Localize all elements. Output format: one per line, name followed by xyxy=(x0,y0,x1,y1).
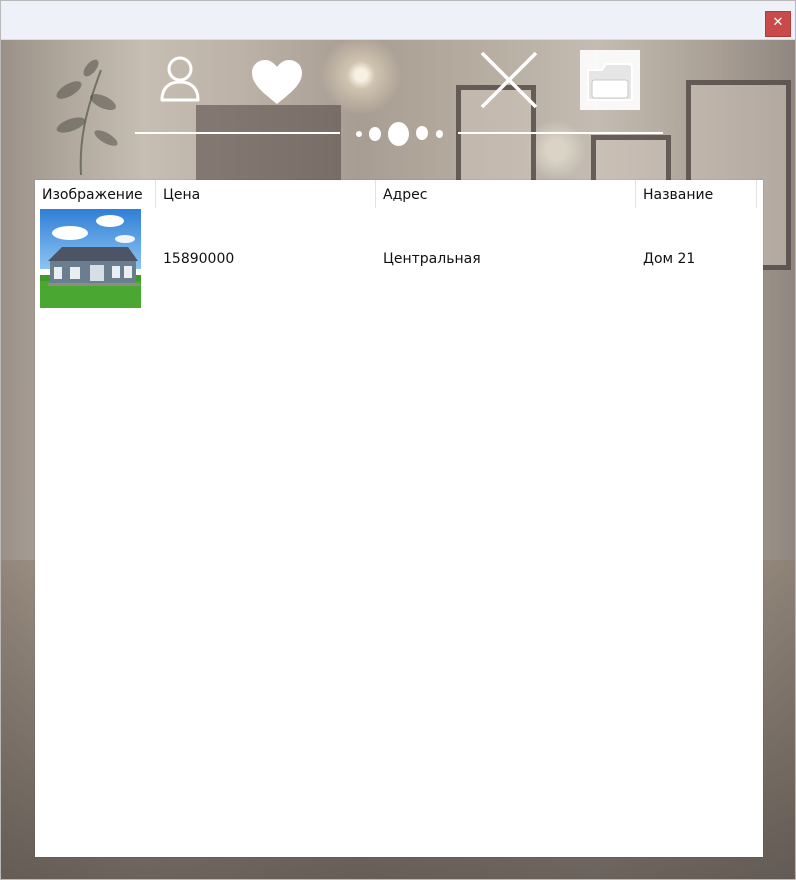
cell-name: Дом 21 xyxy=(643,251,696,267)
carousel-dot[interactable] xyxy=(416,126,428,140)
carousel-dot[interactable] xyxy=(369,127,381,141)
column-header-image[interactable]: Изображение xyxy=(35,180,156,208)
close-icon[interactable] xyxy=(479,50,539,110)
cell-price: 15890000 xyxy=(163,251,235,267)
app-window: ✕ Изображение Цена Адрес Название 158900… xyxy=(0,0,796,880)
title-bar: ✕ xyxy=(1,1,795,40)
house-thumbnail xyxy=(40,209,141,308)
nav-divider-right xyxy=(458,132,663,134)
houses-table: Изображение Цена Адрес Название 15890000… xyxy=(35,180,763,857)
column-header-price[interactable]: Цена xyxy=(156,180,376,208)
column-header-address[interactable]: Адрес xyxy=(376,180,636,208)
top-navigation xyxy=(1,40,795,160)
carousel-dot-active[interactable] xyxy=(388,122,409,146)
column-header-name[interactable]: Название xyxy=(636,180,757,208)
carousel-dot[interactable] xyxy=(356,131,362,137)
user-icon[interactable] xyxy=(159,55,201,103)
table-header: Изображение Цена Адрес Название xyxy=(35,180,763,208)
folder-icon[interactable] xyxy=(580,50,640,110)
cell-address: Центральная xyxy=(383,251,481,267)
close-window-button[interactable]: ✕ xyxy=(765,11,791,37)
heart-icon[interactable] xyxy=(251,60,303,106)
table-row[interactable]: 15890000 Центральная Дом 21 xyxy=(35,208,763,310)
cell-image xyxy=(35,208,156,310)
carousel-dot[interactable] xyxy=(436,130,443,138)
nav-divider-left xyxy=(135,132,340,134)
